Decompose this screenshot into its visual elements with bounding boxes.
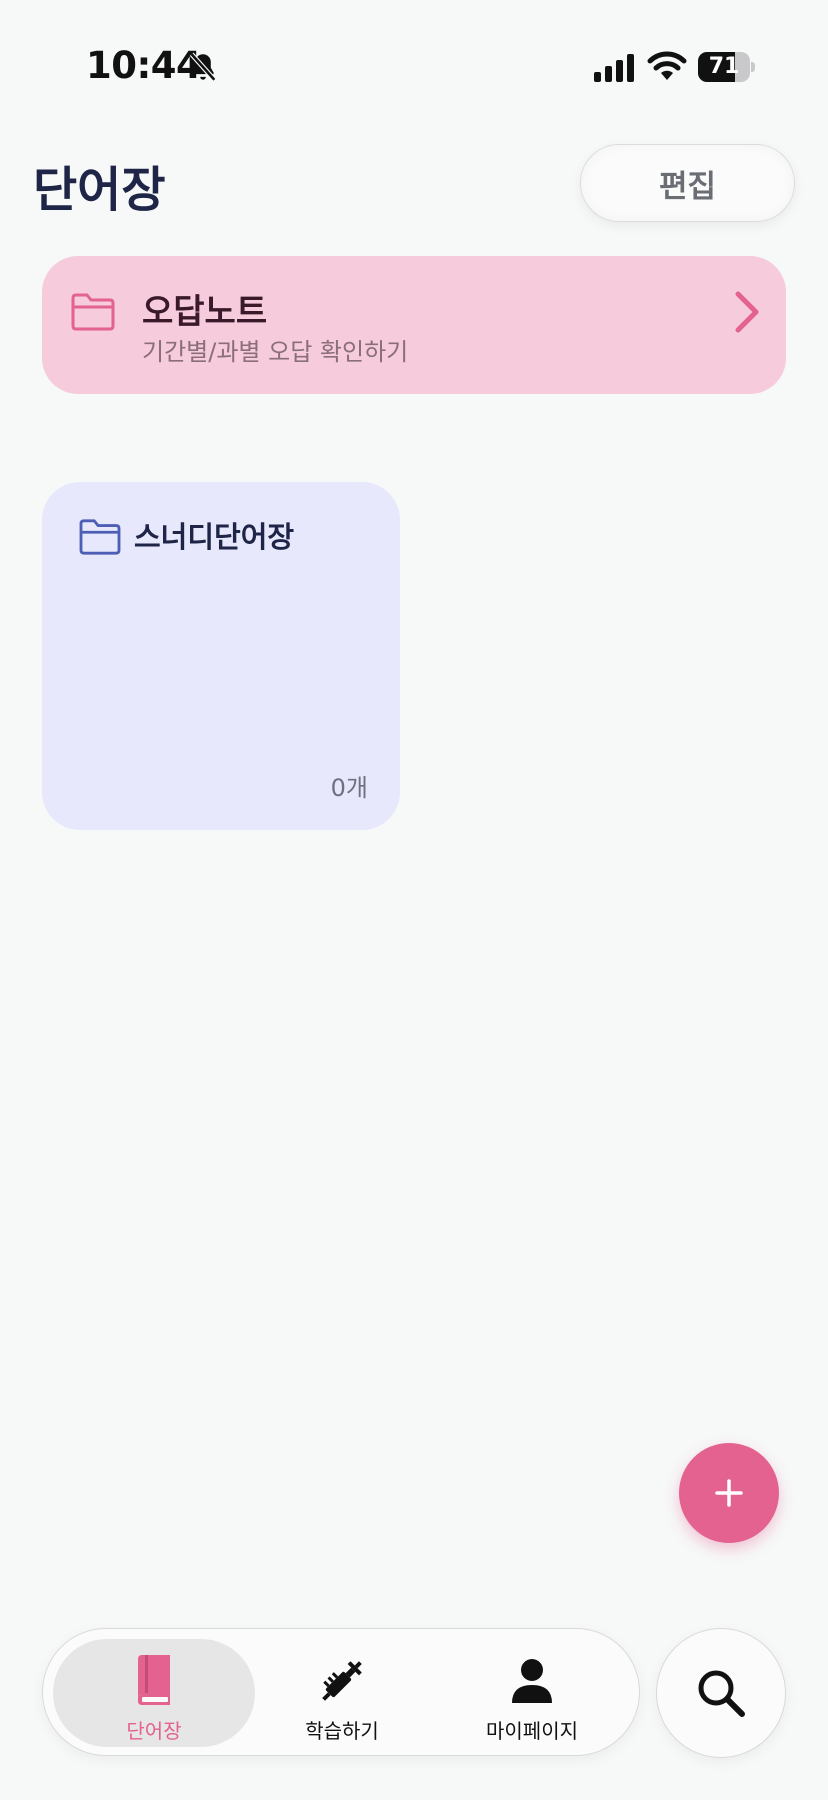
- plus-icon: [715, 1479, 743, 1507]
- tab-study[interactable]: 학습하기: [247, 1629, 437, 1757]
- status-time: 10:44: [86, 44, 202, 87]
- page-title: 단어장: [33, 162, 166, 218]
- cellular-signal-icon: [594, 54, 634, 82]
- chevron-right-icon: [735, 291, 759, 333]
- add-folder-button[interactable]: [679, 1443, 779, 1543]
- tab-wordbook-label: 단어장: [126, 1719, 182, 1743]
- folder-word-count: 0개: [330, 774, 368, 802]
- folder-name: 스너디단어장: [134, 520, 295, 554]
- tab-bar: 단어장 학습하기 마이페이지: [42, 1628, 640, 1756]
- book-icon: [138, 1655, 170, 1705]
- search-icon: [698, 1670, 745, 1717]
- edit-button[interactable]: 편집: [580, 144, 795, 222]
- wrong-note-card[interactable]: 오답노트 기간별/과별 오답 확인하기: [42, 256, 786, 394]
- tab-wordbook[interactable]: 단어장: [59, 1629, 249, 1757]
- folder-card[interactable]: 스너디단어장 0개: [42, 482, 400, 830]
- tab-mypage-label: 마이페이지: [486, 1719, 578, 1743]
- wrong-note-subtitle: 기간별/과별 오답 확인하기: [142, 338, 409, 366]
- wrong-note-title: 오답노트: [142, 292, 268, 332]
- battery-indicator: 71: [698, 52, 755, 82]
- wifi-icon: [647, 51, 687, 80]
- folder-icon: [79, 519, 121, 555]
- syringe-icon: [322, 1661, 362, 1701]
- folder-icon: [71, 293, 115, 331]
- tab-mypage[interactable]: 마이페이지: [437, 1629, 627, 1757]
- person-icon: [512, 1659, 552, 1703]
- tab-study-label: 학습하기: [305, 1719, 379, 1743]
- status-bar: 10:44 71: [0, 0, 828, 130]
- search-button[interactable]: [656, 1628, 786, 1758]
- battery-level: 71: [708, 54, 740, 79]
- bell-off-icon: [189, 52, 217, 82]
